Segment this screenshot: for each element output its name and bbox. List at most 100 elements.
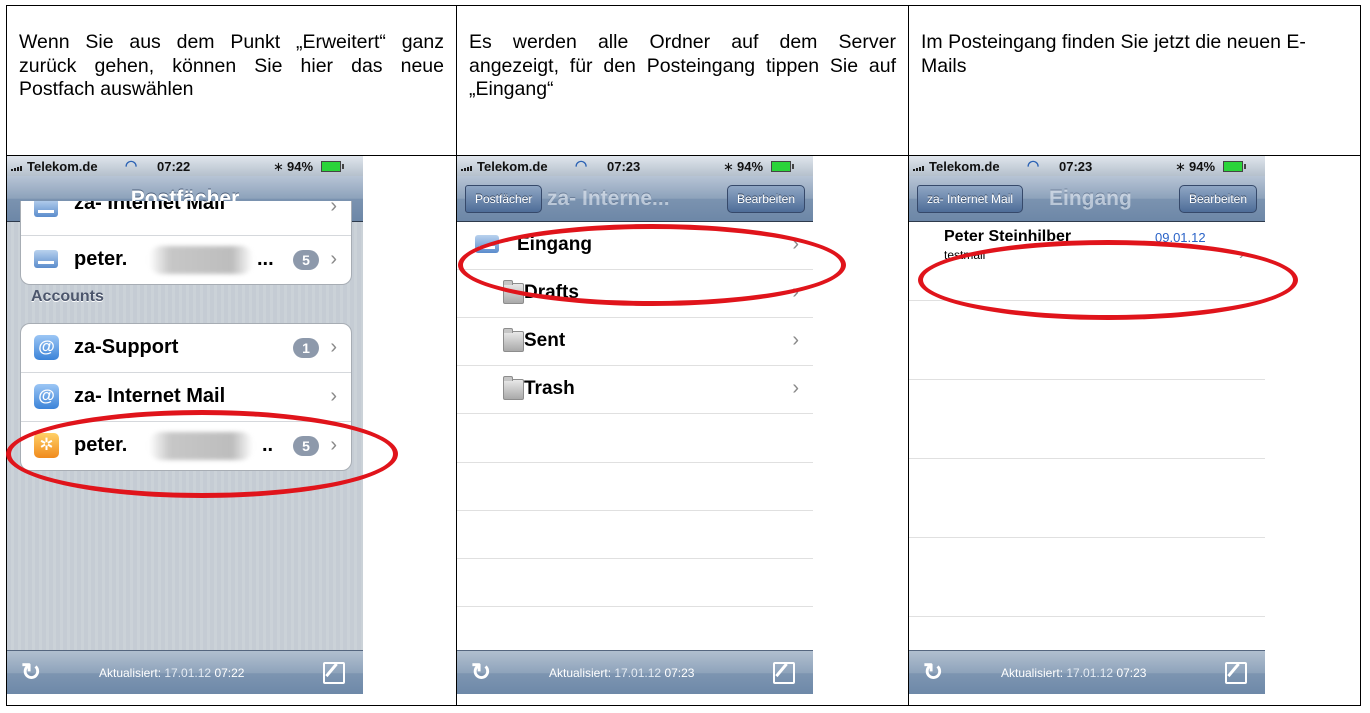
- folder-icon: [503, 328, 524, 352]
- status-time: 07:22: [157, 159, 191, 174]
- compose-icon[interactable]: [773, 662, 795, 684]
- carrier-name: Telekom.de: [477, 159, 548, 174]
- back-button[interactable]: Postfächer: [465, 185, 543, 213]
- instruction-cell-3: Im Posteingang finden Sie jetzt die neue…: [908, 5, 1361, 156]
- navigation-bar: za- Internet Mail Eingang Bearbeiten: [909, 176, 1265, 222]
- empty-row-divider: [909, 379, 1265, 380]
- folder-label: Eingang: [517, 234, 592, 255]
- mailbox-row-peter[interactable]: peter. ... 5 ›: [21, 235, 351, 284]
- mailbox-label: peter.: [74, 248, 128, 270]
- empty-row-divider: [457, 462, 813, 463]
- navigation-bar: Postfächer za- Interne... Bearbeiten: [457, 176, 813, 222]
- chevron-right-icon: ›: [330, 385, 337, 407]
- inbox-tray-icon: [34, 250, 58, 268]
- empty-row-divider: [909, 458, 1265, 459]
- account-row-za-support[interactable]: @ za-Support 1 ›: [21, 324, 351, 372]
- folder-row-drafts[interactable]: Drafts ›: [457, 269, 813, 318]
- account-label: za-Support: [74, 336, 179, 358]
- screenshot-cell-1: Telekom.de ◠ 07:22 ∗ 94% Postfächer za- …: [6, 155, 457, 706]
- updated-label: Aktualisiert:: [99, 666, 162, 680]
- bluetooth-icon: ∗: [723, 159, 734, 174]
- mailbox-group: za- Internet Mail › peter. ... 5 ›: [20, 201, 352, 285]
- wifi-icon: ◠: [575, 157, 588, 173]
- status-time: 07:23: [607, 159, 641, 174]
- redacted-blur: [149, 432, 253, 460]
- unread-badge: 5: [293, 250, 319, 270]
- instruction-cell-2: Es werden alle Ordner auf dem Server ang…: [456, 5, 909, 156]
- chevron-right-icon: ›: [792, 233, 799, 255]
- battery-icon: [1223, 161, 1246, 172]
- at-sign-icon: @: [34, 384, 59, 409]
- inbox-tray-icon: [34, 201, 58, 217]
- wifi-icon: ◠: [1027, 157, 1040, 173]
- inbox-tray-icon: [475, 235, 499, 253]
- instruction-table: Wenn Sie aus dem Punkt „Erweitert“ ganz …: [6, 5, 1361, 706]
- instruction-cell-1: Wenn Sie aus dem Punkt „Erweitert“ ganz …: [6, 5, 457, 156]
- account-label: peter.: [74, 434, 128, 456]
- empty-row-divider: [457, 558, 813, 559]
- screenshot-row: Telekom.de ◠ 07:22 ∗ 94% Postfächer za- …: [6, 155, 1361, 706]
- edit-button[interactable]: Bearbeiten: [1178, 185, 1257, 213]
- mailbox-row-internet-mail[interactable]: za- Internet Mail ›: [21, 201, 351, 235]
- compose-icon[interactable]: [1225, 662, 1247, 684]
- chevron-right-icon: ›: [792, 329, 799, 351]
- refresh-icon[interactable]: ↻: [923, 658, 943, 687]
- status-bar: Telekom.de ◠ 07:23 ∗ 94%: [457, 156, 813, 176]
- folder-row-trash[interactable]: Trash ›: [457, 365, 813, 414]
- refresh-icon[interactable]: ↻: [21, 658, 41, 687]
- edit-button[interactable]: Bearbeiten: [726, 185, 805, 213]
- status-time: 07:23: [1059, 159, 1093, 174]
- phone-screen-inbox: Telekom.de ◠ 07:23 ∗ 94% za- Internet Ma…: [909, 156, 1265, 694]
- empty-row-divider: [909, 537, 1265, 538]
- instruction-text-2: Es werden alle Ordner auf dem Server ang…: [469, 31, 896, 100]
- chevron-right-icon: ›: [792, 377, 799, 399]
- message-date: 09.01.12: [1155, 230, 1206, 245]
- mailbox-ellipsis: ...: [257, 248, 274, 270]
- bottom-toolbar: ↻ Aktualisiert: 17.01.12 07:22: [7, 650, 363, 694]
- screenshot-cell-2: Telekom.de ◠ 07:23 ∗ 94% Postfächer za- …: [456, 155, 909, 706]
- updated-label: Aktualisiert:: [549, 666, 612, 680]
- folder-row-eingang[interactable]: Eingang ›: [457, 221, 813, 270]
- accounts-header: Accounts: [31, 288, 104, 305]
- instruction-text-1: Wenn Sie aus dem Punkt „Erweitert“ ganz …: [19, 31, 444, 100]
- folder-icon: [503, 376, 524, 400]
- updated-time: 07:22: [214, 666, 245, 680]
- phone-screen-folders: Telekom.de ◠ 07:23 ∗ 94% Postfächer za- …: [457, 156, 813, 694]
- message-row[interactable]: Peter Steinhilber 09.01.12 testmail ›: [909, 221, 1265, 301]
- mail-account-icon: ✲: [34, 433, 59, 458]
- refresh-icon[interactable]: ↻: [471, 658, 491, 687]
- updated-date: 17.01.12: [164, 666, 212, 680]
- folder-label: Trash: [524, 378, 575, 399]
- unread-badge: 5: [293, 436, 319, 456]
- battery-icon: [321, 161, 344, 172]
- signal-icon: [11, 165, 25, 171]
- chevron-right-icon: ›: [330, 201, 337, 217]
- mailbox-label: za- Internet Mail: [74, 201, 226, 214]
- account-label: za- Internet Mail: [74, 385, 226, 407]
- bluetooth-icon: ∗: [1175, 159, 1186, 174]
- updated-time: 07:23: [1116, 666, 1147, 680]
- signal-icon: [461, 165, 475, 171]
- signal-icon: [913, 165, 927, 171]
- at-sign-icon: @: [34, 335, 59, 360]
- phone-screen-mailboxes: Telekom.de ◠ 07:22 ∗ 94% Postfächer za- …: [7, 156, 363, 694]
- updated-status: Aktualisiert: 17.01.12 07:23: [1001, 666, 1146, 680]
- instruction-row: Wenn Sie aus dem Punkt „Erweitert“ ganz …: [6, 5, 1361, 156]
- chevron-right-icon: ›: [1239, 246, 1245, 263]
- carrier-name: Telekom.de: [27, 159, 98, 174]
- back-button[interactable]: za- Internet Mail: [917, 185, 1024, 213]
- compose-icon[interactable]: [323, 662, 345, 684]
- updated-label: Aktualisiert:: [1001, 666, 1064, 680]
- folder-label: Sent: [524, 330, 566, 351]
- folder-label: Drafts: [524, 282, 579, 303]
- bottom-toolbar: ↻ Aktualisiert: 17.01.12 07:23: [909, 650, 1265, 694]
- carrier-name: Telekom.de: [929, 159, 1000, 174]
- instruction-text-3: Im Posteingang finden Sie jetzt die neue…: [921, 31, 1306, 77]
- chevron-right-icon: ›: [330, 336, 337, 358]
- wifi-icon: ◠: [125, 157, 138, 173]
- account-row-za-internet-mail[interactable]: @ za- Internet Mail ›: [21, 372, 351, 421]
- folder-row-sent[interactable]: Sent ›: [457, 317, 813, 366]
- empty-row-divider: [909, 616, 1265, 617]
- chevron-right-icon: ›: [330, 434, 337, 456]
- account-row-peter[interactable]: ✲ peter. .. 5 ›: [21, 421, 351, 470]
